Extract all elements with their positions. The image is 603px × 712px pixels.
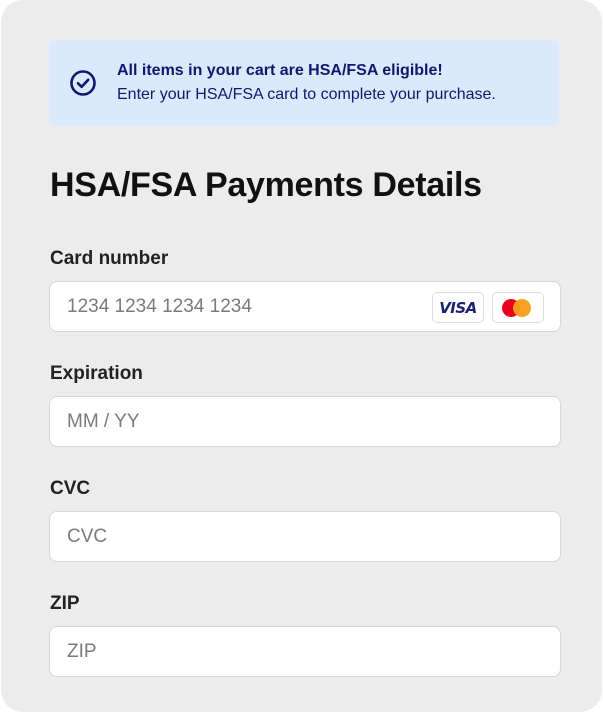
page-title: HSA/FSA Payments Details — [50, 166, 482, 204]
zip-label: ZIP — [50, 593, 80, 614]
banner-subtitle: Enter your HSA/FSA card to complete your… — [117, 86, 496, 103]
expiration-input[interactable] — [67, 397, 427, 446]
banner-title: All items in your cart are HSA/FSA eligi… — [117, 62, 443, 79]
zip-input[interactable] — [67, 627, 427, 676]
visa-logo-text: VISA — [439, 298, 477, 317]
card-number-field[interactable]: VISA — [49, 281, 561, 332]
card-number-input[interactable] — [67, 282, 427, 331]
cvc-field[interactable] — [49, 511, 561, 562]
mastercard-logo-icon — [492, 292, 544, 323]
card-number-label: Card number — [50, 248, 169, 269]
eligibility-banner: All items in your cart are HSA/FSA eligi… — [49, 40, 559, 126]
expiration-label: Expiration — [50, 363, 143, 384]
cvc-input[interactable] — [67, 512, 427, 561]
expiration-field[interactable] — [49, 396, 561, 447]
visa-logo-icon: VISA — [432, 292, 484, 323]
check-circle-icon — [68, 68, 98, 98]
cvc-label: CVC — [50, 478, 91, 499]
payment-panel: All items in your cart are HSA/FSA eligi… — [1, 0, 602, 712]
zip-field[interactable] — [49, 626, 561, 677]
mastercard-orange-circle — [513, 299, 531, 317]
